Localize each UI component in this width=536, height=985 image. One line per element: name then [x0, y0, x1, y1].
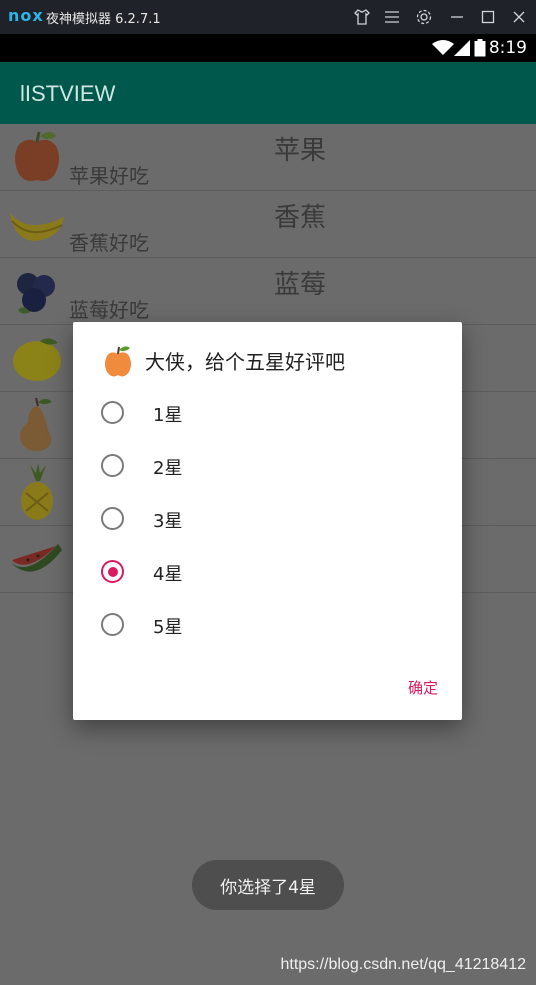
option-label: 4星 [153, 564, 183, 585]
item-title: 蓝莓 [274, 270, 327, 300]
app-bar: lISTVIEW [0, 62, 536, 124]
option-3-star[interactable]: 3星 [73, 494, 462, 547]
list-item[interactable]: 苹果 苹果好吃 [0, 124, 536, 191]
blueberry-icon [8, 262, 66, 320]
watermelon-icon [8, 530, 66, 588]
option-label: 2星 [153, 458, 183, 479]
pear-icon [8, 396, 66, 454]
emulator-title-bar: nox 夜神模拟器 6.2.7.1 [0, 0, 536, 34]
toast-message: 你选择了4星 [192, 860, 344, 910]
option-2-star[interactable]: 2星 [73, 441, 462, 494]
status-time: 8:19 [488, 38, 527, 58]
shirt-icon[interactable] [350, 5, 374, 29]
apple-icon [8, 128, 66, 186]
status-bar: 8:19 [0, 34, 536, 62]
option-1-star[interactable]: 1星 [73, 388, 462, 441]
close-icon[interactable] [507, 5, 531, 29]
app-title: lISTVIEW [20, 81, 116, 106]
banana-icon [8, 195, 66, 253]
item-description: 香蕉好吃 [69, 231, 149, 255]
emulator-title: 夜神模拟器 6.2.7.1 [46, 12, 161, 27]
radio-button[interactable] [101, 401, 124, 424]
emulator-logo: nox [8, 6, 44, 25]
battery-icon [474, 39, 486, 61]
radio-button-checked[interactable] [101, 560, 124, 583]
watermark: https://blog.csdn.net/qq_41218412 [280, 956, 526, 973]
apple-icon [103, 344, 133, 378]
list-item[interactable]: 香蕉 香蕉好吃 [0, 191, 536, 258]
item-title: 苹果 [274, 136, 327, 166]
option-5-star[interactable]: 5星 [73, 600, 462, 653]
dialog-title: 大侠，给个五星好评吧 [145, 350, 345, 374]
option-4-star[interactable]: 4星 [73, 547, 462, 600]
item-description: 蓝莓好吃 [69, 298, 149, 322]
list-item[interactable]: 蓝莓 蓝莓好吃 [0, 258, 536, 325]
wifi-icon [432, 40, 454, 60]
lemon-icon [8, 329, 66, 387]
signal-icon [454, 40, 470, 60]
option-label: 3星 [153, 511, 183, 532]
radio-button[interactable] [101, 613, 124, 636]
radio-button[interactable] [101, 507, 124, 530]
option-label: 5星 [153, 617, 183, 638]
minimize-icon[interactable] [445, 5, 469, 29]
maximize-icon[interactable] [476, 5, 500, 29]
rating-dialog: 大侠，给个五星好评吧 1星 2星 3星 4星 5星 确定 [73, 322, 462, 720]
item-description: 苹果好吃 [69, 164, 149, 188]
pineapple-icon [8, 463, 66, 521]
confirm-button[interactable]: 确定 [408, 677, 438, 698]
option-label: 1星 [153, 405, 183, 426]
radio-button[interactable] [101, 454, 124, 477]
menu-icon[interactable] [380, 5, 404, 29]
gear-icon[interactable] [412, 5, 436, 29]
item-title: 香蕉 [274, 203, 327, 233]
